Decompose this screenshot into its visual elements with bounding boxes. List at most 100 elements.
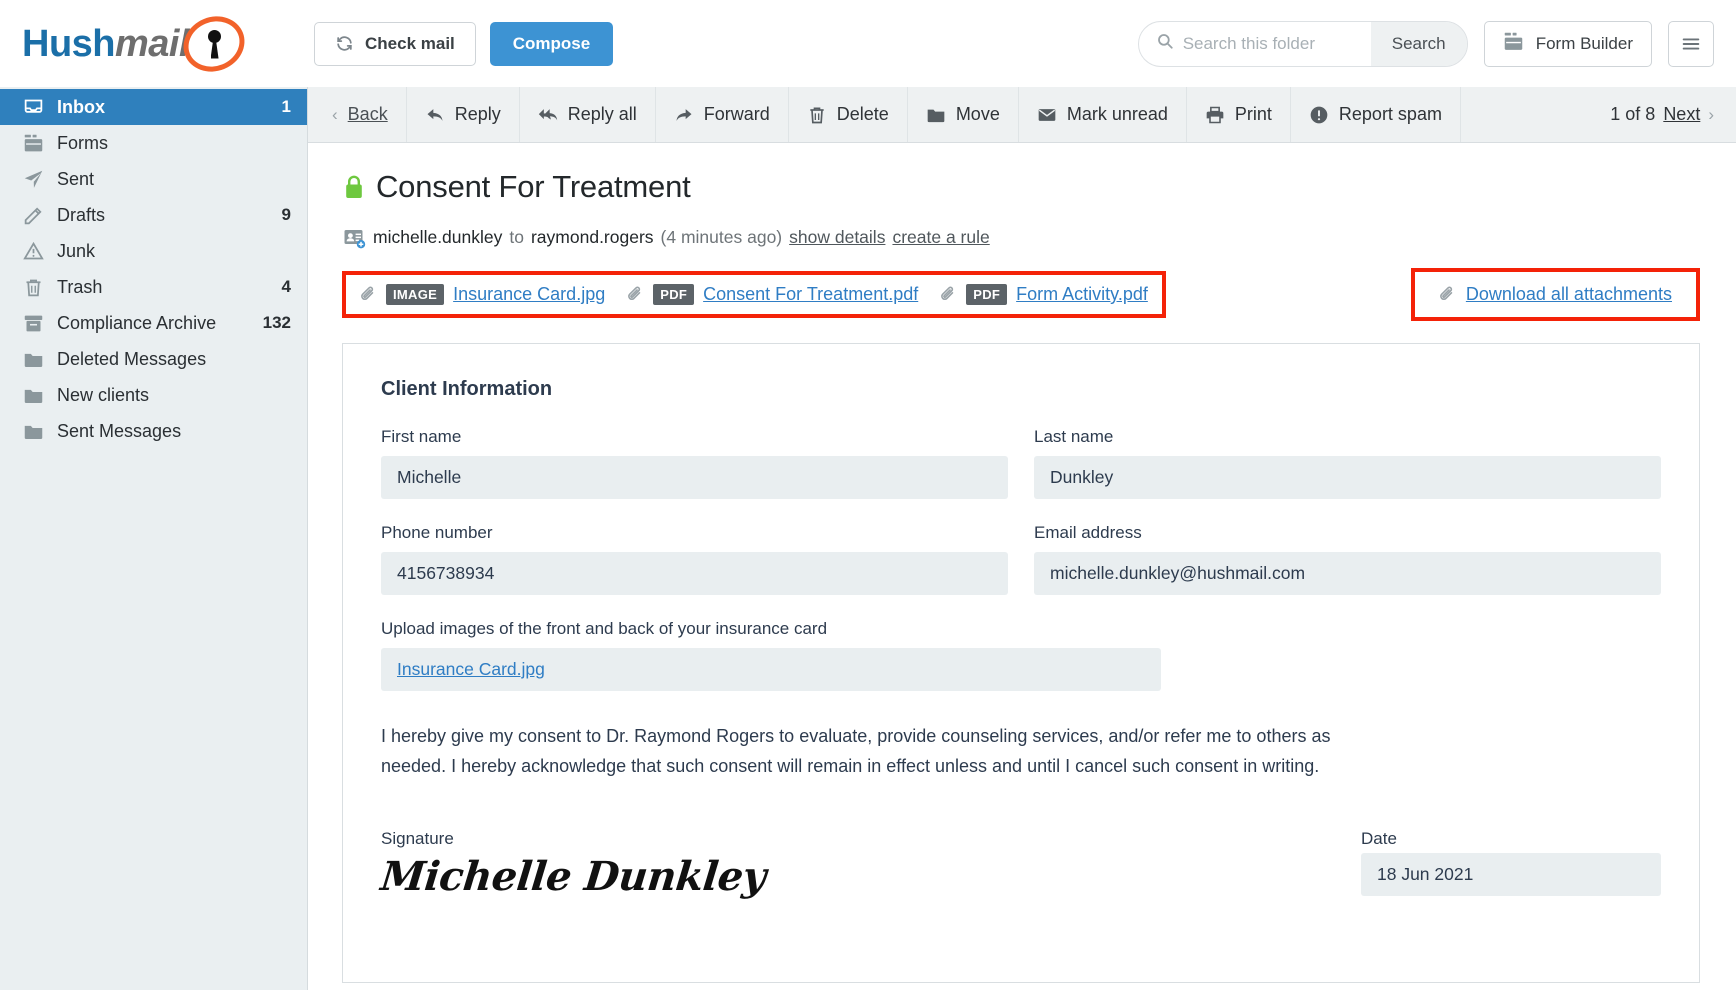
folder-icon bbox=[926, 105, 946, 125]
field-value: Dunkley bbox=[1034, 456, 1661, 499]
archive-box-icon bbox=[22, 312, 44, 334]
attachment-link[interactable]: Insurance Card.jpg bbox=[453, 284, 605, 305]
reply-arrow-icon bbox=[427, 108, 443, 121]
field-value: michelle.dunkley@hushmail.com bbox=[1034, 552, 1661, 595]
signature-label: Signature bbox=[381, 829, 454, 848]
sidebar-item-new-clients[interactable]: New clients bbox=[0, 377, 307, 413]
refresh-icon bbox=[335, 34, 354, 53]
inbox-tray-icon bbox=[22, 96, 44, 118]
toolbar-item-label: Print bbox=[1234, 104, 1272, 124]
search-input[interactable] bbox=[1182, 33, 1371, 54]
toolbar-reply-button[interactable]: Reply bbox=[407, 87, 520, 142]
form-row-names: First name Michelle Last name Dunkley bbox=[381, 427, 1661, 499]
trash-icon bbox=[26, 279, 40, 296]
folder-icon bbox=[24, 389, 42, 403]
next-message-button[interactable]: Next bbox=[1663, 104, 1700, 125]
consent-paragraph: I hereby give my consent to Dr. Raymond … bbox=[381, 726, 1331, 776]
message-recipient: raymond.rogers bbox=[530, 227, 654, 247]
toolbar-move-button[interactable]: Move bbox=[908, 87, 1019, 142]
sidebar-item-compliance-archive[interactable]: Compliance Archive 132 bbox=[0, 305, 307, 341]
toolbar-report-spam-button[interactable]: Report spam bbox=[1291, 87, 1461, 142]
attachment-link[interactable]: Form Activity.pdf bbox=[1016, 284, 1148, 305]
toolbar-reply-all-button[interactable]: Reply all bbox=[520, 87, 656, 142]
paper-plane-icon bbox=[24, 170, 42, 188]
download-all-attachments-link[interactable]: Download all attachments bbox=[1466, 284, 1672, 305]
sidebar-item-label: Deleted Messages bbox=[57, 348, 207, 369]
show-details-link[interactable]: show details bbox=[789, 227, 885, 248]
sidebar-item-drafts[interactable]: Drafts 9 bbox=[0, 197, 307, 233]
sidebar-item-forms[interactable]: Forms bbox=[0, 125, 307, 161]
sidebar-item-junk[interactable]: Junk bbox=[0, 233, 307, 269]
forward-arrow-icon bbox=[674, 105, 694, 125]
check-mail-label: Check mail bbox=[365, 33, 455, 53]
search-button[interactable]: Search bbox=[1370, 21, 1467, 66]
field-label: First name bbox=[381, 427, 462, 446]
hamburger-icon bbox=[1682, 37, 1700, 50]
field-value: 4156738934 bbox=[381, 552, 1008, 595]
field-first-name: First name Michelle bbox=[381, 427, 1008, 499]
toolbar-print-button[interactable]: Print bbox=[1187, 87, 1291, 142]
folder-icon bbox=[22, 420, 44, 442]
toolbar-item-label: Delete bbox=[836, 104, 889, 124]
field-phone-number: Phone number 4156738934 bbox=[381, 523, 1008, 595]
check-mail-button[interactable]: Check mail bbox=[314, 21, 476, 66]
download-all-attachments-box[interactable]: Download all attachments bbox=[1410, 268, 1700, 321]
form-builder-label: Form Builder bbox=[1535, 33, 1633, 53]
sidebar-item-label: Sent Messages bbox=[57, 420, 182, 441]
attachment-link[interactable]: Consent For Treatment.pdf bbox=[703, 284, 918, 305]
pencil-icon bbox=[24, 206, 42, 224]
attachment-item[interactable]: PDF Consent For Treatment.pdf bbox=[627, 284, 931, 305]
message-meta: michelle.dunkley to raymond.rogers (4 mi… bbox=[308, 205, 1736, 248]
sidebar-item-sent[interactable]: Sent bbox=[0, 161, 307, 197]
field-email-address: Email address michelle.dunkley@hushmail.… bbox=[1034, 523, 1661, 595]
envelope-icon bbox=[1037, 105, 1057, 125]
hamburger-menu-button[interactable] bbox=[1668, 20, 1714, 67]
message-sender: michelle.dunkley bbox=[373, 227, 503, 247]
attachment-item[interactable]: PDF Form Activity.pdf bbox=[940, 284, 1148, 305]
sidebar-item-label: Forms bbox=[57, 132, 108, 153]
form-row-contact: Phone number 4156738934 Email address mi… bbox=[381, 523, 1661, 595]
uploaded-file-link[interactable]: Insurance Card.jpg bbox=[397, 659, 545, 680]
search-box[interactable]: Search bbox=[1137, 20, 1468, 67]
folder-icon bbox=[927, 109, 945, 122]
sidebar-item-count: 4 bbox=[281, 277, 291, 296]
field-label: Phone number bbox=[381, 523, 493, 542]
message-toolbar: ‹ Back Reply Reply all Forward Delete Move Ma… bbox=[308, 87, 1736, 143]
signature-date-row: Signature Michelle Dunkley Date 18 Jun 2… bbox=[379, 829, 1661, 900]
paperclip-icon bbox=[361, 286, 374, 301]
brand-logo[interactable]: Hush mail bbox=[0, 0, 308, 87]
form-builder-button[interactable]: Form Builder bbox=[1483, 20, 1652, 67]
sidebar-item-deleted-messages[interactable]: Deleted Messages bbox=[0, 341, 307, 377]
add-contact-icon[interactable] bbox=[344, 229, 366, 248]
toolbar-item-label: Move bbox=[955, 104, 1000, 124]
sidebar-item-inbox[interactable]: Inbox 1 bbox=[0, 89, 307, 125]
back-button[interactable]: ‹ Back bbox=[308, 87, 407, 142]
paperclip-icon bbox=[940, 285, 957, 304]
attachment-item[interactable]: IMAGE Insurance Card.jpg bbox=[360, 284, 618, 305]
message-pager: 1 of 8 Next › bbox=[1610, 87, 1736, 142]
sidebar-item-label: Trash bbox=[57, 276, 103, 297]
envelope-icon bbox=[1038, 108, 1056, 121]
sidebar-item-sent-messages[interactable]: Sent Messages bbox=[0, 413, 307, 449]
paper-plane-icon bbox=[22, 168, 44, 190]
sidebar-item-label: New clients bbox=[57, 384, 150, 405]
sidebar-item-trash[interactable]: Trash 4 bbox=[0, 269, 307, 305]
field-value: Michelle bbox=[381, 456, 1008, 499]
toolbar-item-label: Reply bbox=[454, 104, 501, 124]
attachment-type-badge: PDF bbox=[653, 284, 695, 305]
to-word: to bbox=[509, 227, 524, 247]
toolbar-actions: Reply Reply all Forward Delete Move Mark unre… bbox=[407, 87, 1461, 142]
top-bar-right-group: Search Form Builder bbox=[1137, 20, 1736, 67]
toolbar-delete-button[interactable]: Delete bbox=[789, 87, 908, 142]
inbox-tray-icon bbox=[24, 99, 42, 113]
reply-all-arrow-icon bbox=[538, 105, 558, 125]
date-block: Date 18 Jun 2021 bbox=[1361, 829, 1661, 896]
create-rule-link[interactable]: create a rule bbox=[892, 227, 989, 248]
form-section-title: Client Information bbox=[381, 378, 553, 400]
pager-position: 1 of 8 bbox=[1610, 104, 1656, 124]
exclamation-circle-icon bbox=[1309, 105, 1329, 125]
compose-button[interactable]: Compose bbox=[489, 21, 614, 66]
toolbar-mark-unread-button[interactable]: Mark unread bbox=[1019, 87, 1187, 142]
toolbar-forward-button[interactable]: Forward bbox=[656, 87, 789, 142]
top-bar: Hush mail Check mail Compose Search this… bbox=[0, 0, 1736, 87]
